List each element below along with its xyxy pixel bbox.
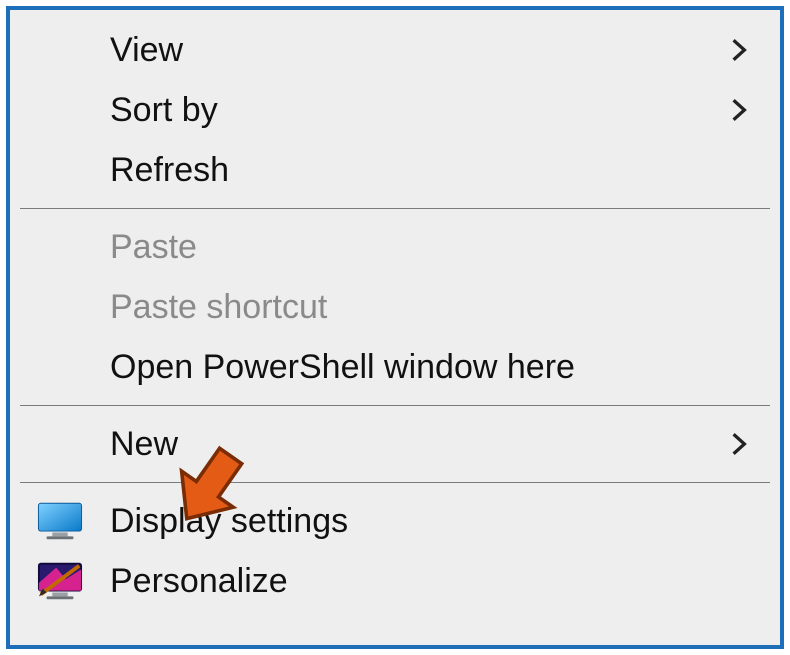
personalize-icon (37, 561, 83, 601)
menu-item-sort-by[interactable]: Sort by (10, 80, 780, 140)
monitor-icon (37, 501, 83, 541)
icon-slot (10, 501, 110, 541)
menu-item-label: New (110, 425, 726, 464)
menu-item-label: Personalize (110, 562, 752, 601)
menu-item-refresh[interactable]: Refresh (10, 140, 780, 200)
menu-separator (20, 208, 770, 209)
menu-item-label: Open PowerShell window here (110, 348, 752, 387)
chevron-right-icon (726, 37, 752, 63)
menu-item-label: Refresh (110, 151, 752, 190)
menu-item-personalize[interactable]: Personalize (10, 551, 780, 611)
icon-slot (10, 561, 110, 601)
menu-item-open-powershell[interactable]: Open PowerShell window here (10, 337, 780, 397)
menu-item-label: Paste (110, 228, 752, 267)
chevron-right-icon (726, 431, 752, 457)
menu-separator (20, 482, 770, 483)
menu-separator (20, 405, 770, 406)
menu-item-new[interactable]: New (10, 414, 780, 474)
menu-item-view[interactable]: View (10, 20, 780, 80)
menu-item-label: Sort by (110, 91, 726, 130)
menu-item-paste-shortcut: Paste shortcut (10, 277, 780, 337)
menu-item-label: Paste shortcut (110, 288, 752, 327)
desktop-context-menu: View Sort by Refresh Paste Paste shortcu… (6, 6, 784, 649)
menu-item-label: View (110, 31, 726, 70)
menu-item-label: Display settings (110, 502, 752, 541)
menu-item-paste: Paste (10, 217, 780, 277)
menu-item-display-settings[interactable]: Display settings (10, 491, 780, 551)
chevron-right-icon (726, 97, 752, 123)
